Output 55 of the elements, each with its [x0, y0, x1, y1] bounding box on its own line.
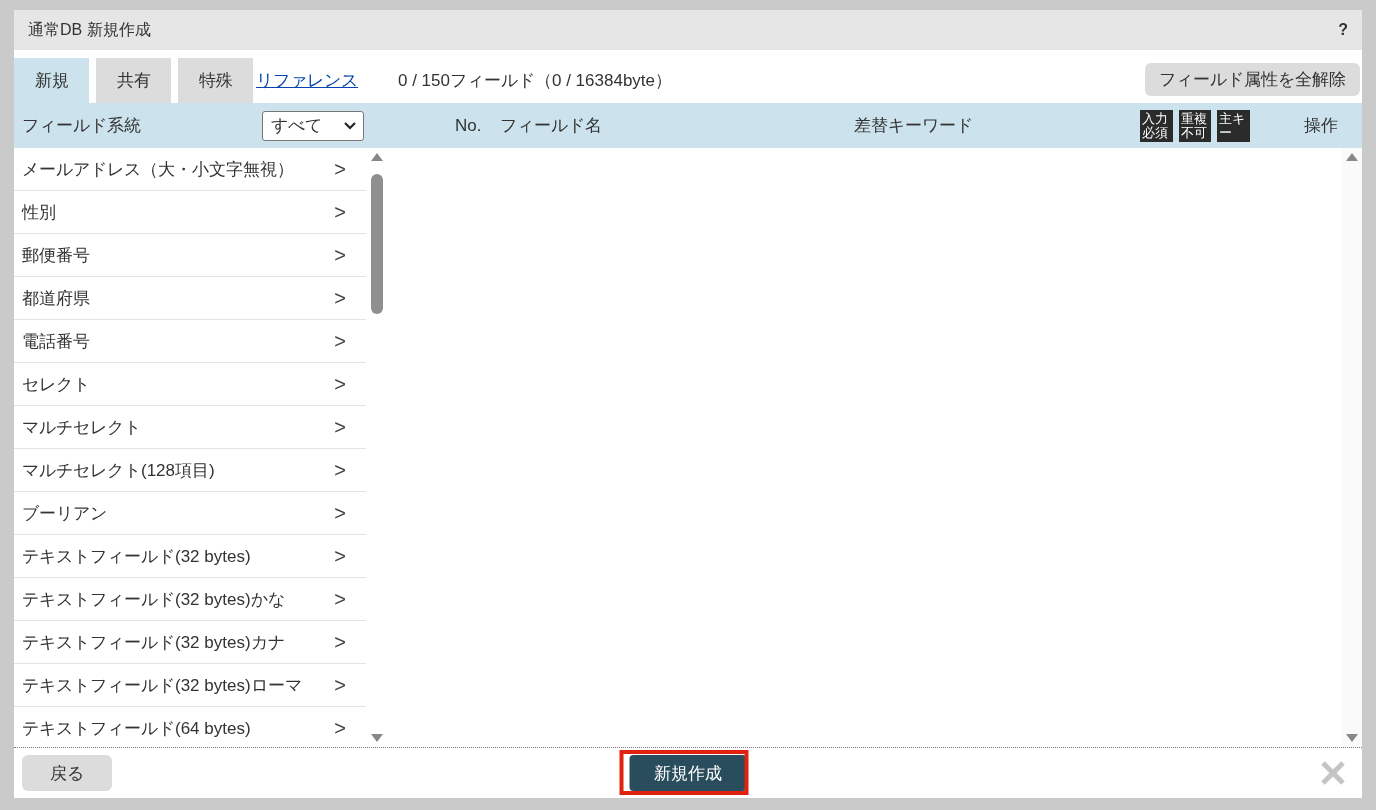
field-type-label: テキストフィールド(32 bytes)かな — [22, 588, 285, 611]
field-type-label: テキストフィールド(32 bytes)ローマ — [22, 674, 302, 697]
field-count: 0 / 150フィールド（0 / 16384byte） — [398, 70, 674, 92]
field-type-label: テキストフィールド(64 bytes) — [22, 717, 251, 740]
scroll-thumb[interactable] — [371, 174, 383, 314]
chevron-text: > — [334, 587, 346, 611]
chevron-text: > — [334, 415, 346, 439]
chevron-text: > — [334, 673, 346, 697]
chevron-text: > — [334, 372, 346, 396]
scroll-up-icon[interactable] — [370, 152, 384, 162]
field-type-label: ブーリアン — [22, 502, 107, 525]
column-header: フィールド系統 — [21, 115, 142, 137]
column-header: No. — [455, 115, 483, 136]
field-type-label: 電話番号 — [22, 330, 90, 353]
flag-header-badge: 重複不可 — [1178, 109, 1211, 142]
tab[interactable]: 新規 — [14, 58, 89, 103]
clear-attributes-button[interactable]: フィールド属性を全解除 — [1145, 63, 1360, 96]
field-type-label: 郵便番号 — [22, 244, 90, 267]
column-header: フィールド名 — [500, 115, 603, 137]
flag-header-badge: 主キー — [1217, 109, 1250, 142]
chevron-text: > — [334, 200, 346, 224]
dialog-title: 通常DB 新規作成 — [28, 19, 151, 40]
field-type-label: セレクト — [22, 373, 90, 396]
back-button[interactable]: 戻る — [22, 755, 112, 791]
chevron-text: > — [334, 630, 346, 654]
help-button[interactable]: ? — [1338, 21, 1348, 39]
field-type-label: テキストフィールド(32 bytes)カナ — [22, 631, 285, 654]
filter-dropdown[interactable]: すべて — [262, 110, 364, 141]
chevron-text: > — [334, 716, 346, 740]
field-type-label: 都道府県 — [22, 287, 90, 310]
field-type-label: メールアドレス（大・小文字無視） — [22, 158, 294, 181]
column-header: 操作 — [1304, 115, 1338, 137]
chevron-text: > — [334, 544, 346, 568]
field-type-label: 性別 — [22, 201, 56, 224]
chevron-text: > — [334, 458, 346, 482]
create-button[interactable]: 新規作成 — [629, 755, 747, 791]
chevron-text: > — [334, 243, 346, 267]
scrollbar[interactable] — [1342, 148, 1362, 747]
chevron-text: > — [334, 501, 346, 525]
tab[interactable]: 共有 — [96, 58, 171, 103]
field-type-label: マルチセレクト — [22, 416, 141, 439]
scroll-up-icon[interactable] — [1345, 152, 1359, 162]
close-icon[interactable] — [1320, 760, 1346, 786]
field-type-label: テキストフィールド(32 bytes) — [22, 545, 251, 568]
chevron-text: > — [334, 286, 346, 310]
scroll-down-icon[interactable] — [370, 733, 384, 743]
scroll-down-icon[interactable] — [1345, 733, 1359, 743]
tab[interactable]: 特殊 — [178, 58, 253, 103]
chevron-text: > — [334, 329, 346, 353]
column-header: 差替キーワード — [854, 115, 974, 137]
flag-header-badge: 入力必須 — [1140, 109, 1173, 142]
chevron-down-icon — [343, 120, 357, 131]
reference-link[interactable]: リファレンス — [256, 69, 358, 92]
field-type-label: マルチセレクト(128項目) — [22, 459, 215, 482]
chevron-text: > — [334, 157, 346, 181]
